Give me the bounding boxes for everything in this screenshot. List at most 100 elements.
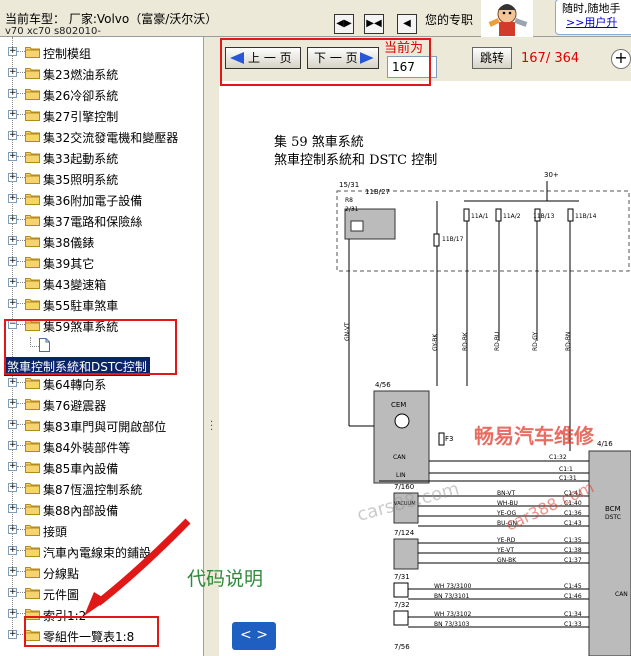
tree-connector (17, 529, 25, 530)
tree-item[interactable]: + 集88內部設備 (0, 499, 204, 520)
expand-icon[interactable]: + (8, 630, 17, 639)
nav-back-button[interactable]: ◀ (397, 14, 417, 34)
expand-icon[interactable]: + (8, 525, 17, 534)
tree-connector (17, 177, 25, 178)
tree-connector (17, 382, 25, 383)
tree-item[interactable]: + 集87恆溫控制系統 (0, 478, 204, 499)
expand-icon[interactable]: + (8, 152, 17, 161)
tree-item[interactable]: + 集26冷卻系統 (0, 84, 204, 105)
svg-text:RD-BN: RD-BN (565, 332, 572, 351)
tree-item[interactable]: + 集76避震器 (0, 394, 204, 415)
folder-icon (25, 377, 40, 389)
vehicle-model-label: 当前车型： 厂家:Volvo（富豪/沃尔沃） (5, 12, 218, 26)
tree-item-label: 集35照明系統 (43, 173, 119, 187)
tree-item[interactable]: + 集43變速箱 (0, 273, 204, 294)
tree-item[interactable]: + 集84外裝部件等 (0, 436, 204, 457)
tree-item[interactable]: + 控制模组 (0, 42, 204, 63)
tree-item[interactable]: + 集85車內設備 (0, 457, 204, 478)
expand-icon[interactable]: + (8, 215, 17, 224)
tree-connector (17, 198, 25, 199)
expand-icon[interactable]: + (8, 546, 17, 555)
expand-icon[interactable]: + (8, 462, 17, 471)
expand-icon[interactable]: + (8, 110, 17, 119)
tree-item-label: 控制模组 (43, 47, 92, 61)
expand-icon[interactable]: + (8, 299, 17, 308)
expand-icon[interactable]: + (8, 567, 17, 576)
wiring-diagram: 15/31 30+ 11B/27 R8 2/31 11B/17 11A/1 11… (336, 171, 631, 656)
tree-item[interactable]: + 集38儀錶 (0, 231, 204, 252)
svg-text:C1:32: C1:32 (549, 454, 567, 461)
svg-text:WH 73/3102: WH 73/3102 (434, 611, 471, 618)
tree-item[interactable]: + 集27引擎控制 (0, 105, 204, 126)
tree-connector (17, 550, 25, 551)
watermark-text: 畅易汽车维修 (474, 424, 595, 448)
expand-icon[interactable]: + (8, 68, 17, 77)
expand-icon[interactable]: + (8, 257, 17, 266)
expand-icon[interactable]: + (8, 504, 17, 513)
expand-icon[interactable]: + (8, 420, 17, 429)
svg-text:C1:38: C1:38 (564, 547, 582, 554)
tree-item-label: 元件圖 (43, 588, 80, 602)
expand-icon[interactable]: + (8, 441, 17, 450)
svg-text:C1:33: C1:33 (564, 621, 582, 628)
expand-icon[interactable]: + (8, 131, 17, 140)
tree-item[interactable]: + 集33起動系統 (0, 147, 204, 168)
svg-text:4/56: 4/56 (375, 381, 391, 389)
tree-item[interactable]: + 集32交流發電機和變壓器 (0, 126, 204, 147)
svg-text:GN-VT: GN-VT (344, 322, 351, 341)
folder-icon (25, 419, 40, 431)
tree-item[interactable]: + 集83車門與可開啟部位 (0, 415, 204, 436)
page-flip-button[interactable]: < > (232, 622, 276, 650)
pro-service-text: 您的专职 (425, 13, 474, 27)
expand-icon[interactable]: + (8, 588, 17, 597)
annotation-caption: 代码说明 (187, 568, 264, 590)
tree-item[interactable]: + 集23燃油系統 (0, 63, 204, 84)
expand-icon[interactable]: + (8, 89, 17, 98)
tree-item[interactable]: + 汽車內電線束的鋪設 (0, 541, 204, 562)
tree-item[interactable]: + 集35照明系統 (0, 168, 204, 189)
tree-item[interactable]: + 接頭 (0, 520, 204, 541)
svg-text:30+: 30+ (544, 171, 559, 179)
tree-item[interactable]: + 集64轉向系 (0, 373, 204, 394)
tree-item[interactable]: + 集37電路和保險絲 (0, 210, 204, 231)
svg-text:GN-BK: GN-BK (497, 557, 517, 564)
tree-item[interactable]: + 集55駐車煞車 (0, 294, 204, 315)
expand-icon[interactable]: + (8, 399, 17, 408)
tree-item-label: 集33起動系統 (43, 152, 119, 166)
tree-connector (17, 51, 25, 52)
expand-icon[interactable]: + (8, 483, 17, 492)
tree-item[interactable]: + 集39其它 (0, 252, 204, 273)
tree-item[interactable]: + 集36附加電子設備 (0, 189, 204, 210)
folder-icon (25, 440, 40, 452)
upgrade-ad-box: 随时,随地手 >>用户升 (555, 0, 631, 35)
nav-first-button[interactable]: ◀▶ (334, 14, 354, 34)
tree-item[interactable]: + 分線點 (0, 562, 204, 583)
expand-icon[interactable]: + (8, 278, 17, 287)
tree-connector (17, 508, 25, 509)
expand-icon[interactable]: + (8, 173, 17, 182)
folder-icon (25, 88, 40, 100)
tree-item-label: 集83車門與可開啟部位 (43, 420, 167, 434)
zoom-in-button[interactable]: + (611, 49, 631, 69)
jump-button[interactable]: 跳转 (472, 47, 512, 69)
tree-item-label: 集85車內設備 (43, 462, 119, 476)
folder-icon (25, 109, 40, 121)
tree-item[interactable]: + 元件圖 (0, 583, 204, 604)
tree-connector (17, 613, 25, 614)
upgrade-link[interactable]: >>用户升 (566, 14, 617, 30)
folder-icon (25, 151, 40, 163)
svg-text:11A/1: 11A/1 (471, 213, 489, 220)
svg-text:RD-BU: RD-BU (494, 332, 501, 351)
tree-connector (17, 592, 25, 593)
expand-icon[interactable]: + (8, 47, 17, 56)
expand-icon[interactable]: + (8, 609, 17, 618)
wiring-diagram-page: 集 59 煞車系統 煞車控制系統和 DSTC 控制 15/31 30+ 11B/… (219, 81, 631, 656)
svg-text:11B/17: 11B/17 (442, 236, 464, 243)
expand-icon[interactable]: + (8, 236, 17, 245)
nav-toggle-button[interactable]: ▶◀ (364, 14, 384, 34)
svg-text:4/16: 4/16 (597, 440, 613, 448)
folder-icon (25, 235, 40, 247)
expand-icon[interactable]: + (8, 378, 17, 387)
svg-text:2/31: 2/31 (345, 206, 359, 213)
expand-icon[interactable]: + (8, 194, 17, 203)
